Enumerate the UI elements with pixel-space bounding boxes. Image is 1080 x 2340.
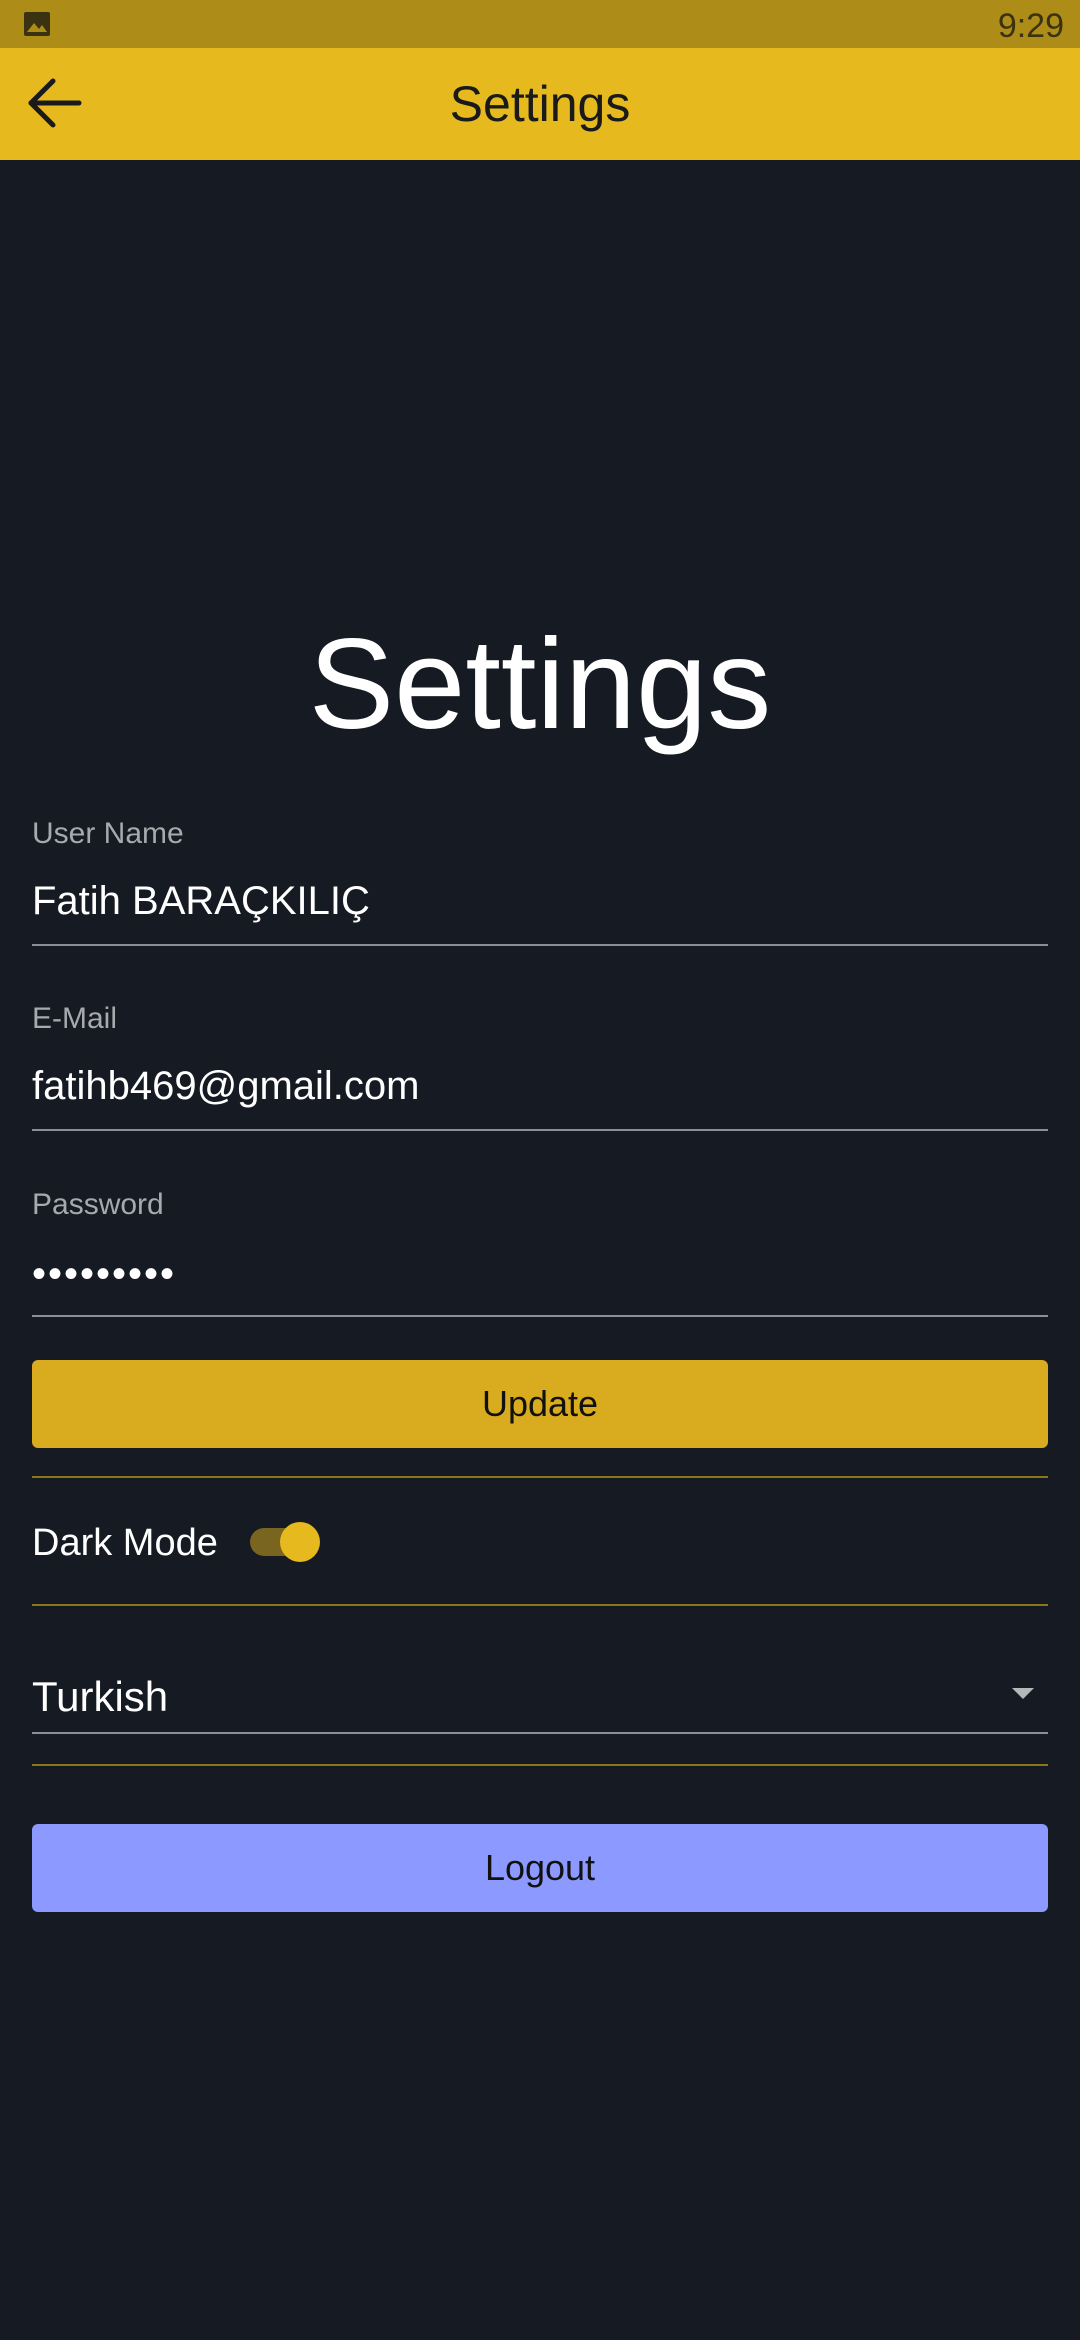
password-input[interactable]: ••••••••• <box>32 1249 1048 1299</box>
dark-mode-label: Dark Mode <box>32 1522 218 1564</box>
page-title: Settings <box>308 613 772 756</box>
dark-mode-toggle[interactable] <box>248 1518 324 1566</box>
logout-button[interactable]: Logout <box>32 1824 1048 1912</box>
app-bar-title: Settings <box>449 76 631 132</box>
divider <box>32 1764 1048 1766</box>
toggle-thumb <box>280 1522 320 1562</box>
username-input[interactable]: Fatih BARAÇKILIÇ <box>32 876 1048 926</box>
status-time: 9:29 <box>997 7 1064 45</box>
username-label: User Name <box>32 817 184 850</box>
password-field[interactable]: Password ••••••••• <box>32 1187 1048 1317</box>
username-field[interactable]: User Name Fatih BARAÇKILIÇ <box>32 816 1048 946</box>
image-icon <box>24 12 50 36</box>
language-selected-value: Turkish <box>32 1673 169 1720</box>
divider <box>32 1604 1048 1606</box>
password-label: Password <box>32 1188 164 1221</box>
update-button[interactable]: Update <box>32 1360 1048 1448</box>
email-input[interactable]: fatihb469@gmail.com <box>32 1061 1048 1111</box>
app-bar: Settings <box>0 48 1080 160</box>
email-label: E-Mail <box>32 1002 118 1035</box>
divider <box>32 1476 1048 1478</box>
status-bar: 9:29 <box>0 0 1080 48</box>
chevron-down-icon <box>1012 1688 1034 1699</box>
language-select[interactable]: Turkish <box>32 1662 1048 1734</box>
email-field[interactable]: E-Mail fatihb469@gmail.com <box>32 1001 1048 1131</box>
